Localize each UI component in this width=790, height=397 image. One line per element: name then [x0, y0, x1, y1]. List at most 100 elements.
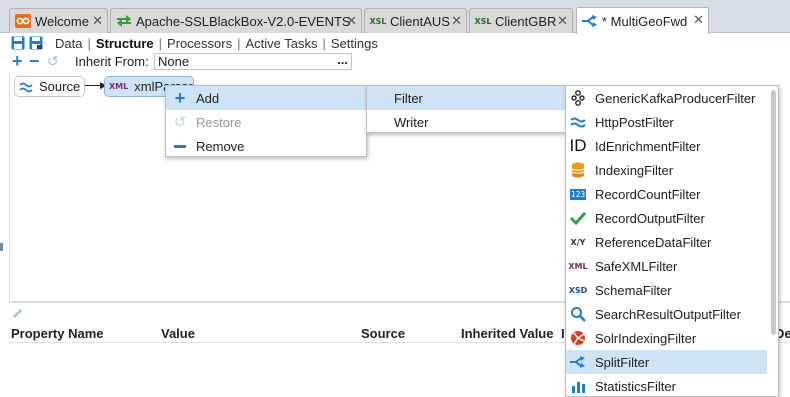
pipeline-icon — [581, 13, 599, 29]
nav-settings[interactable]: Settings — [331, 36, 378, 51]
nav-separator: | — [322, 35, 326, 51]
filter-item-indexingfilter[interactable]: IndexingFilter — [566, 158, 767, 182]
filter-item-recordcountfilter[interactable]: 123 RecordCountFilter — [566, 182, 767, 206]
filter-label: HttpPostFilter — [595, 114, 674, 130]
nav-separator: | — [237, 35, 241, 51]
filter-item-generickafkaproducerfilter[interactable]: GenericKafkaProducerFilter — [566, 86, 767, 110]
split-icon — [569, 353, 587, 371]
close-icon[interactable]: ✕ — [451, 14, 462, 27]
nav-active-tasks[interactable]: Active Tasks — [245, 36, 317, 51]
filter-label: GenericKafkaProducerFilter — [595, 90, 756, 106]
statistics-icon — [569, 377, 587, 395]
submenu-item-label: Writer — [394, 114, 429, 130]
xml-icon: XML — [568, 261, 588, 271]
menu-item-restore[interactable]: ↺ Restore — [166, 110, 366, 134]
tab-label: ClientAUS — [390, 13, 450, 29]
filter-item-solrindexingfilter[interactable]: SolrIndexingFilter — [566, 326, 767, 350]
tab-welcome[interactable]: Welcome ✕ — [9, 8, 108, 33]
remove-icon[interactable]: − — [29, 52, 40, 70]
id-icon: ID — [569, 136, 587, 155]
col-value[interactable]: Value — [161, 326, 195, 341]
filter-item-searchresultoutputfilter[interactable]: SearchResultOutputFilter — [566, 302, 767, 326]
submenu-item-label: Filter — [394, 90, 423, 106]
filter-label: SearchResultOutputFilter — [595, 306, 741, 322]
add-icon[interactable]: + — [12, 52, 23, 70]
save-as-icon[interactable] — [29, 36, 43, 50]
menu-item-label: Restore — [196, 114, 242, 130]
tab-label: Welcome — [35, 13, 89, 29]
stream-icon — [569, 113, 587, 131]
tab-multigeofwd[interactable]: * MultiGeoFwd ✕ — [576, 7, 709, 34]
menu-item-label: Add — [196, 90, 220, 106]
submenu-item-filter[interactable]: Filter — [367, 86, 567, 110]
menu-item-add[interactable]: + Add — [166, 86, 366, 110]
close-icon[interactable]: ✕ — [346, 14, 357, 27]
node-label: Source — [39, 79, 81, 94]
kafka-icon — [569, 89, 587, 107]
edit-icon[interactable] — [12, 307, 24, 319]
menu-item-label: Remove — [196, 138, 245, 154]
minus-icon — [172, 138, 188, 154]
nav-separator: | — [158, 35, 163, 51]
close-icon[interactable]: ✕ — [92, 14, 103, 27]
xsd-icon: XSD — [568, 285, 588, 295]
submenu-item-writer[interactable]: Writer — [367, 110, 567, 134]
menu-item-remove[interactable]: Remove — [166, 134, 366, 158]
filter-label: ReferenceDataFilter — [595, 234, 712, 250]
inherit-from-field[interactable]: None ... — [154, 52, 352, 70]
counter-icon: 123 — [569, 188, 587, 200]
inherit-toolbar: + − ↺ Inherit From: None ... — [0, 52, 790, 71]
source-node[interactable]: Source — [14, 76, 85, 97]
inherit-from-label: Inherit From: — [75, 54, 149, 69]
restore-icon[interactable]: ↺ — [47, 54, 59, 68]
feed-icon — [115, 13, 133, 29]
filter-label: RecordOutputFilter — [595, 210, 705, 226]
col-property-name[interactable]: Property Name — [11, 326, 103, 341]
tab-label: Apache-SSLBlackBox-V2.0-EVENTS — [136, 13, 351, 29]
welcome-icon — [14, 13, 32, 29]
xy-icon: X/Y — [570, 237, 586, 247]
filter-item-schemafilter[interactable]: XSD SchemaFilter — [566, 278, 767, 302]
pipeline-nav: Data | Structure | Processors | Active T… — [0, 34, 790, 52]
filter-item-referencedatafilter[interactable]: X/Y ReferenceDataFilter — [566, 230, 767, 254]
nav-processors[interactable]: Processors — [167, 36, 232, 51]
tab-bar: Welcome ✕ Apache-SSLBlackBox-V2.0-EVENTS… — [0, 0, 790, 34]
browse-button[interactable]: ... — [337, 52, 348, 67]
left-gutter — [0, 72, 9, 397]
filter-item-statisticsfilter[interactable]: StatisticsFilter — [566, 374, 767, 396]
filter-label: SolrIndexingFilter — [595, 330, 697, 346]
filter-item-httppostfilter[interactable]: HttpPostFilter — [566, 110, 767, 134]
source-icon — [19, 81, 33, 93]
xml-icon: XML — [109, 82, 129, 91]
nav-separator: | — [87, 35, 91, 51]
tab-clientgbr[interactable]: XSL ClientGBR ✕ — [469, 8, 573, 33]
tab-label: * MultiGeoFwd — [602, 13, 688, 29]
xsl-icon: XSL — [474, 16, 492, 26]
filter-menu-scrollbar[interactable] — [771, 90, 776, 335]
filter-item-idenrichmentfilter[interactable]: ID IdEnrichmentFilter — [566, 134, 767, 158]
xsl-icon: XSL — [369, 16, 387, 26]
filter-label: RecordCountFilter — [595, 186, 701, 202]
tab-feed[interactable]: Apache-SSLBlackBox-V2.0-EVENTS ✕ — [110, 8, 362, 33]
col-source[interactable]: Source — [361, 326, 405, 341]
plus-icon: + — [174, 88, 186, 108]
filter-label: StatisticsFilter — [595, 378, 676, 394]
filter-item-recordoutputfilter[interactable]: RecordOutputFilter — [566, 206, 767, 230]
filter-submenu: GenericKafkaProducerFilter HttpPostFilte… — [565, 85, 779, 397]
filter-item-safexmlfilter[interactable]: XML SafeXMLFilter — [566, 254, 767, 278]
tab-label: ClientGBR — [495, 13, 557, 29]
close-icon[interactable]: ✕ — [693, 13, 704, 26]
check-icon — [569, 209, 587, 227]
save-icon[interactable] — [11, 36, 25, 50]
tab-clientaus[interactable]: XSL ClientAUS ✕ — [364, 8, 467, 33]
col-inherited-value[interactable]: Inherited Value — [461, 326, 553, 341]
filter-label: IdEnrichmentFilter — [595, 138, 701, 154]
pipeline-editor-window: Welcome ✕ Apache-SSLBlackBox-V2.0-EVENTS… — [0, 0, 790, 397]
filter-label: IndexingFilter — [595, 162, 674, 178]
context-menu: + Add ↺ Restore Remove — [165, 85, 367, 157]
nav-structure[interactable]: Structure — [96, 36, 154, 51]
close-icon[interactable]: ✕ — [557, 14, 568, 27]
nav-data[interactable]: Data — [55, 36, 82, 51]
filter-item-splitfilter[interactable]: SplitFilter — [566, 350, 767, 374]
filter-label: SplitFilter — [595, 354, 650, 370]
